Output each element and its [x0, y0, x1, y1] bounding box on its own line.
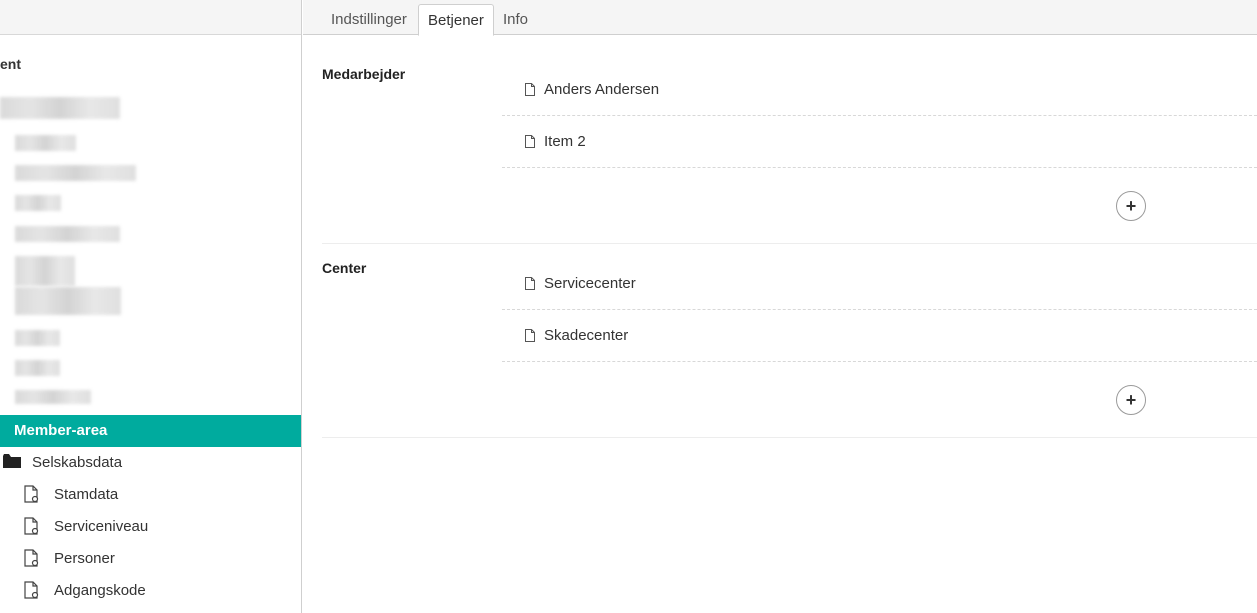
document-settings-icon: [24, 485, 40, 503]
list-item[interactable]: Servicecenter: [502, 258, 1257, 310]
content-tree-sidebar: ent Member-area Selskabsdata Stamdata Se…: [0, 0, 302, 613]
tree-item-label: Member-area: [14, 422, 108, 439]
document-icon: [525, 277, 535, 290]
list-item[interactable]: Item 2: [502, 116, 1257, 168]
redacted-tree-item[interactable]: [0, 97, 120, 119]
redacted-tree-item[interactable]: [15, 256, 75, 286]
redacted-tree-item[interactable]: [15, 195, 61, 211]
tree-root-label[interactable]: ent: [0, 56, 21, 72]
tab-indstillinger[interactable]: Indstillinger: [322, 4, 416, 35]
tree-item-label: Stamdata: [54, 485, 119, 503]
tab-bar: Indstillinger Betjener Info: [303, 0, 1257, 36]
tree-item-label: Serviceniveau: [54, 517, 149, 535]
tree-item-label: Adgangskode: [54, 581, 146, 599]
document-icon: [525, 135, 535, 148]
tree-item-personer[interactable]: Personer: [24, 542, 115, 574]
list-item-label: Anders Andersen: [544, 81, 660, 98]
tree-item-member-area[interactable]: Member-area: [0, 415, 301, 447]
section-label: Medarbejder: [322, 66, 406, 82]
redacted-tree-item[interactable]: [15, 135, 76, 151]
redacted-tree-item[interactable]: [15, 165, 136, 181]
redacted-tree-item[interactable]: [15, 226, 120, 242]
tree-item-adgangskode[interactable]: Adgangskode: [24, 574, 146, 606]
sidebar-top-strip: [0, 0, 301, 35]
redacted-tree-item[interactable]: [15, 360, 60, 376]
document-icon: [525, 329, 535, 342]
tree-item-selskabsdata[interactable]: Selskabsdata: [3, 446, 122, 478]
tree-item-stamdata[interactable]: Stamdata: [24, 478, 118, 510]
document-icon: [525, 83, 535, 96]
document-settings-icon: [24, 581, 40, 599]
section-center: Center Servicecenter Skadecenter +: [322, 258, 1257, 438]
section-medarbejder: Medarbejder Anders Andersen Item 2 +: [322, 64, 1257, 244]
add-item-button[interactable]: +: [1116, 385, 1146, 415]
tree-item-serviceniveau[interactable]: Serviceniveau: [24, 510, 148, 542]
tab-info[interactable]: Info: [494, 4, 537, 35]
document-settings-icon: [24, 517, 40, 535]
folder-icon: [3, 453, 21, 471]
redacted-tree-item[interactable]: [15, 330, 60, 346]
add-item-button[interactable]: +: [1116, 191, 1146, 221]
list-item-label: Skadecenter: [544, 327, 629, 344]
list-item[interactable]: Skadecenter: [502, 310, 1257, 362]
tree-item-label: Selskabsdata: [32, 453, 123, 471]
list-item-label: Servicecenter: [544, 275, 636, 292]
tree-item-label: Personer: [54, 549, 115, 567]
section-label: Center: [322, 260, 367, 276]
redacted-tree-item[interactable]: [15, 390, 91, 404]
list-item-label: Item 2: [544, 133, 586, 150]
redacted-tree-item[interactable]: [15, 287, 121, 315]
tab-betjener[interactable]: Betjener: [418, 4, 494, 36]
document-settings-icon: [24, 549, 40, 567]
list-item[interactable]: Anders Andersen: [502, 64, 1257, 116]
